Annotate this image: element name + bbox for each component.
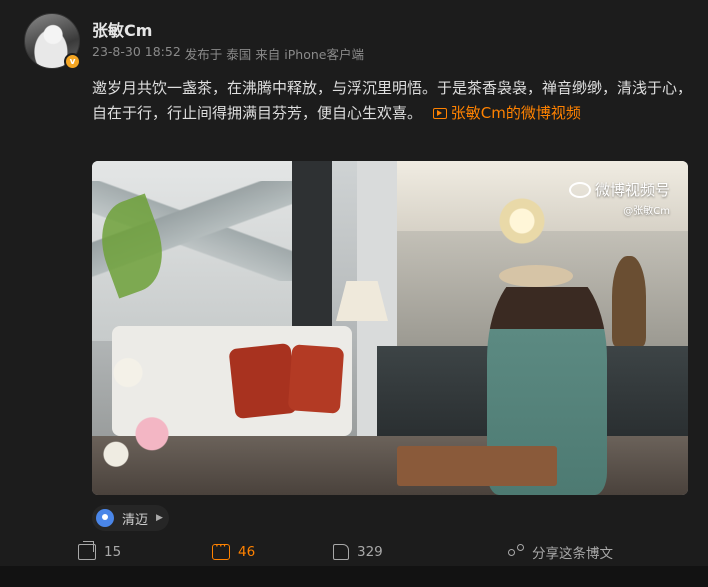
comment-count: 46 (238, 544, 256, 560)
like-count: 329 (357, 544, 383, 560)
video-icon (432, 108, 447, 119)
verified-badge-icon: v (64, 53, 81, 70)
scene-chandelier (487, 186, 557, 256)
forward-icon (78, 544, 96, 560)
location-name: 清迈 (122, 512, 149, 528)
weibo-logo-icon (568, 182, 591, 198)
location-pin-icon (96, 509, 114, 527)
comment-icon (212, 539, 230, 560)
share-label: 分享这条博文 (532, 546, 613, 562)
location-tag[interactable]: 清迈 ▶ (92, 505, 169, 531)
scene-statue (612, 256, 646, 346)
watermark-handle: @张敏Cm (623, 206, 670, 217)
action-bar: 15 46 329 分享这条博文 (0, 536, 708, 568)
post-source: 来自 iPhone客户端 (255, 47, 364, 62)
like-icon (333, 544, 349, 560)
feed-divider (0, 566, 708, 587)
share-icon (508, 544, 524, 560)
share-button[interactable]: 分享这条博文 (508, 536, 613, 568)
scene-flowers (92, 291, 212, 495)
video-link[interactable]: 张敏Cm的微博视频 (427, 104, 581, 122)
weibo-post: v 张敏Cm 23-8-30 18:52 发布于 泰国 来自 iPhone客户端… (0, 0, 708, 587)
scene-pillow (228, 342, 298, 420)
watermark-text: 微博视频号 (594, 181, 670, 199)
scene-tea-table (397, 446, 557, 486)
video-player[interactable]: 微博视频号 @张敏Cm (92, 161, 688, 495)
username[interactable]: 张敏Cm (92, 17, 152, 41)
comment-button[interactable]: 46 (212, 536, 255, 568)
post-content: 邀岁月共饮一盏茶，在沸腾中释放，与浮沉里明悟。于是茶香袅袅，禅音缈缈，清浅于心，… (92, 76, 692, 126)
like-button[interactable]: 329 (333, 536, 383, 568)
post-location-label: 发布于 泰国 (184, 47, 252, 62)
scene-pillow (287, 344, 345, 414)
video-link-label: 张敏Cm的微博视频 (450, 104, 581, 122)
video-watermark: 微博视频号 @张敏Cm (568, 179, 670, 217)
post-text: 邀岁月共饮一盏茶，在沸腾中释放，与浮沉里明悟。于是茶香袅袅，禅音缈缈，清浅于心，… (92, 79, 693, 122)
forward-count: 15 (104, 544, 122, 560)
chevron-right-icon: ▶ (156, 513, 163, 523)
scene-hat (499, 265, 573, 287)
forward-button[interactable]: 15 (78, 536, 121, 568)
post-meta: 23-8-30 18:52 发布于 泰国 来自 iPhone客户端 (92, 44, 364, 63)
post-timestamp[interactable]: 23-8-30 18:52 (92, 44, 181, 63)
